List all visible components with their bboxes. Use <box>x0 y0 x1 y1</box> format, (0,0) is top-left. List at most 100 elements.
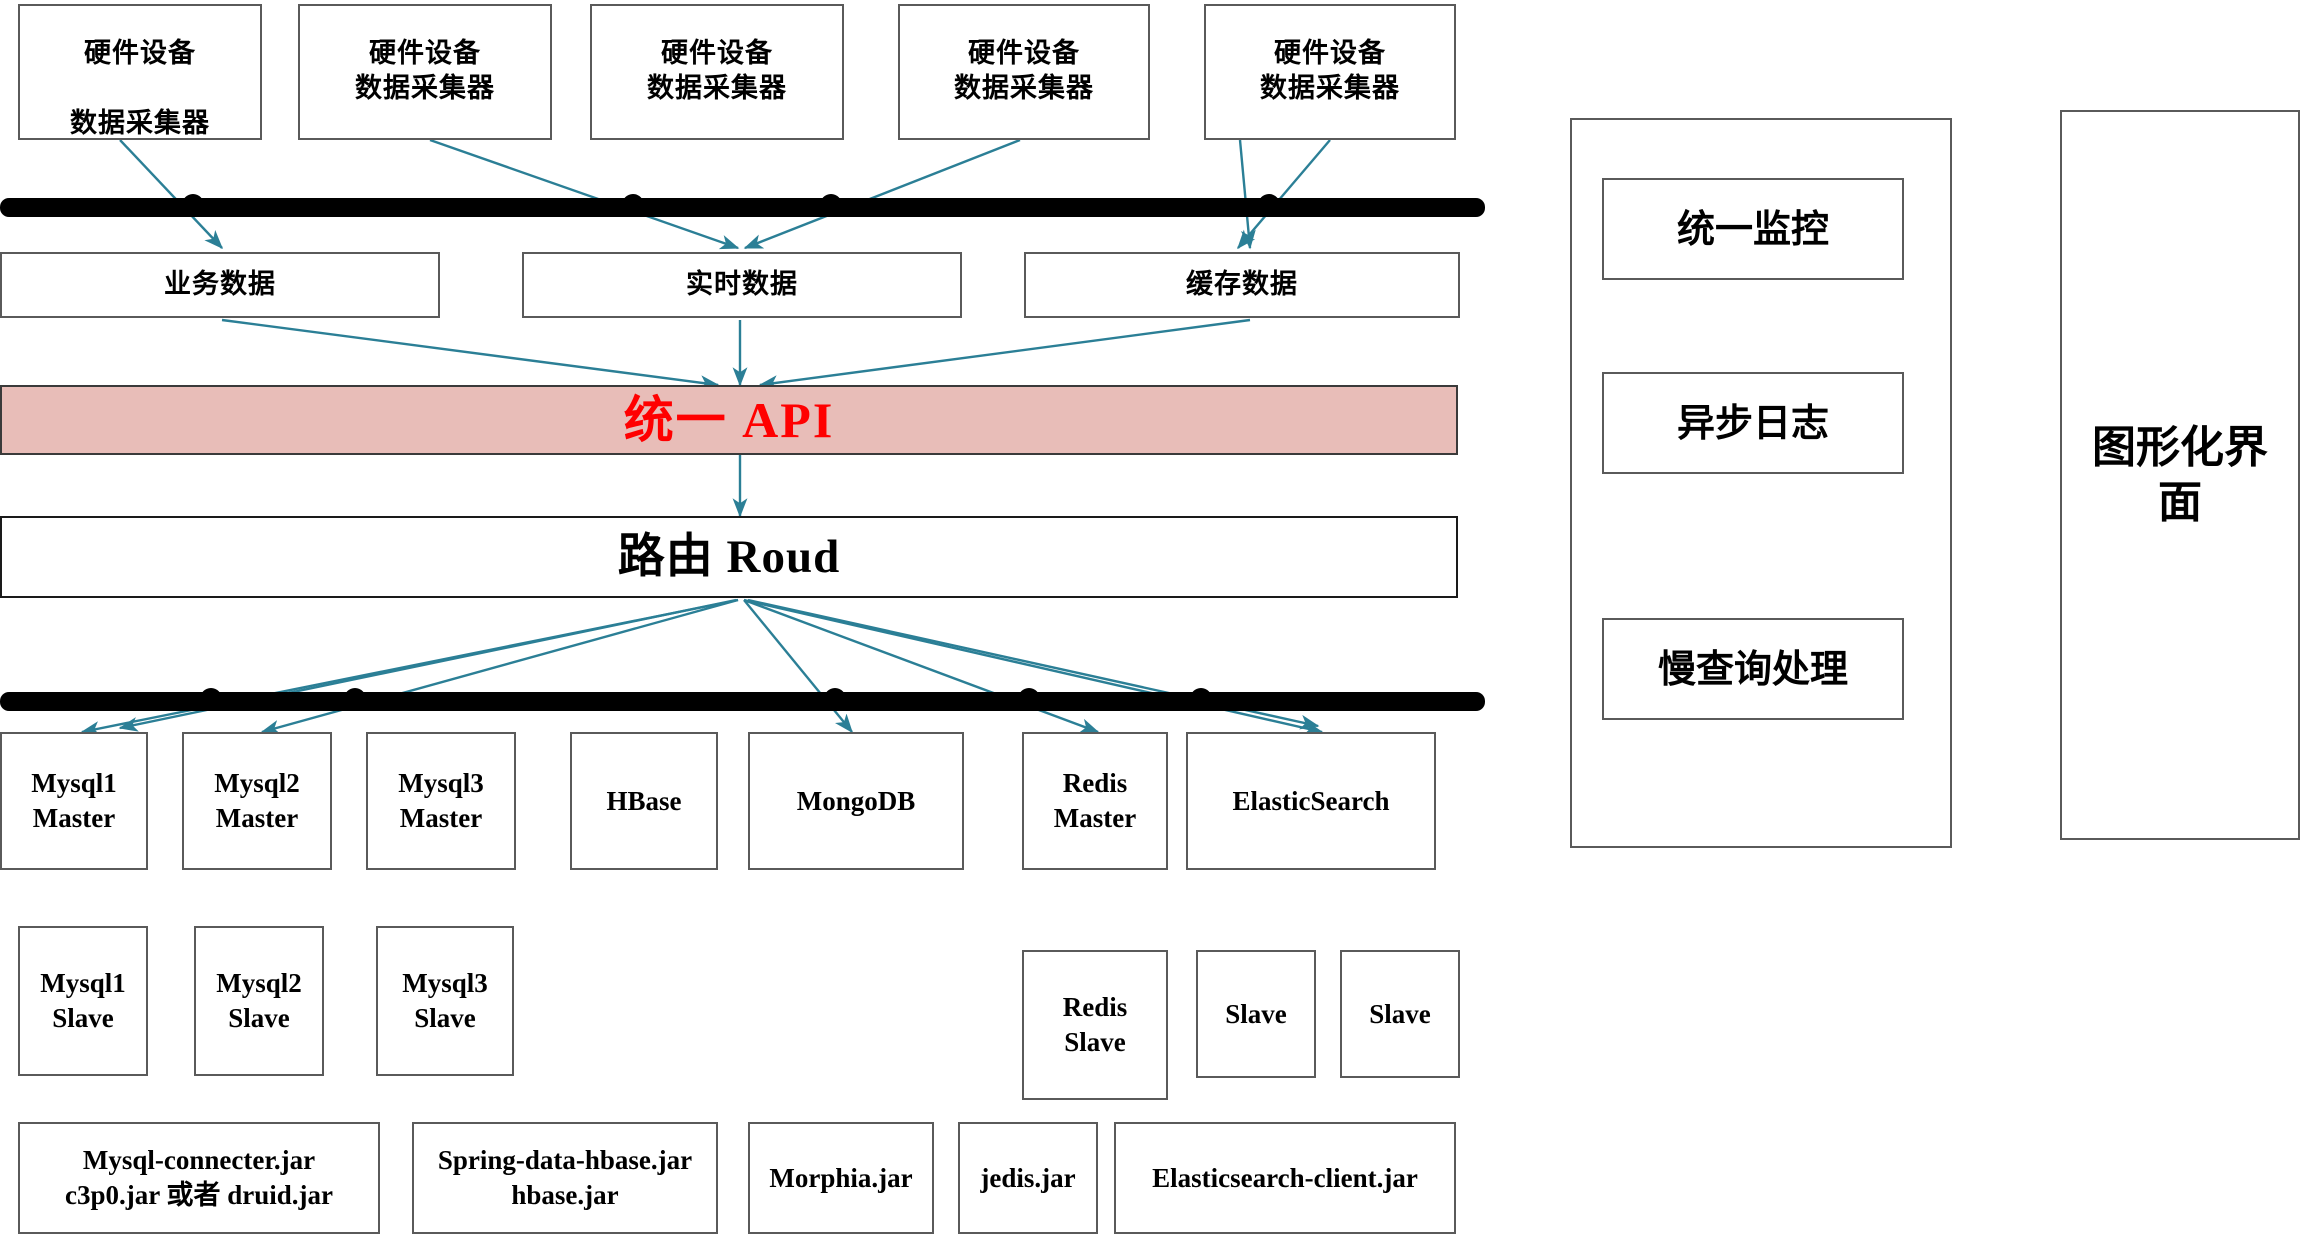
gui-panel-label: 图形化界 面 <box>2092 422 2268 528</box>
bus-node <box>182 194 204 216</box>
ops-panel-item-monitoring[interactable]: 统一监控 <box>1602 178 1904 280</box>
jar-label: Elasticsearch-client.jar <box>1152 1162 1418 1193</box>
database-label: HBase <box>606 785 682 816</box>
jar-box-jedis[interactable]: jedis.jar <box>958 1122 1098 1234</box>
database-box-elasticsearch[interactable]: ElasticSearch <box>1186 732 1436 870</box>
collector-label-2: 硬件设备 数据采集器 <box>355 37 495 106</box>
jar-box-elasticsearch[interactable]: Elasticsearch-client.jar <box>1114 1122 1456 1234</box>
jar-label: jedis.jar <box>980 1162 1076 1193</box>
slave-box-mysql3[interactable]: Mysql3 Slave <box>376 926 514 1076</box>
database-box-mysql3-master[interactable]: Mysql3 Master <box>366 732 516 870</box>
bus-node <box>622 194 644 216</box>
collector-box-2[interactable]: 硬件设备 数据采集器 <box>298 4 552 140</box>
data-type-label: 业务数据 <box>164 268 276 300</box>
jar-line1: Mysql-connecter.jar <box>82 1145 316 1176</box>
data-type-box-realtime[interactable]: 实时数据 <box>522 252 962 318</box>
data-type-box-business[interactable]: 业务数据 <box>0 252 440 318</box>
database-box-mysql2-master[interactable]: Mysql2 Master <box>182 732 332 870</box>
collector-line2: 数据采集器 <box>70 107 210 139</box>
ops-panel-item-async-log[interactable]: 异步日志 <box>1602 372 1904 474</box>
slave-label: Mysql1 Slave <box>40 966 126 1035</box>
collector-box-1[interactable]: 硬件设备 数据采集器 <box>18 4 262 140</box>
bus-node <box>1018 688 1040 710</box>
collector-line2: 数据采集器 <box>954 73 1094 104</box>
collector-line2: 数据采集器 <box>647 73 787 104</box>
slave-line2: Slave <box>414 1003 476 1033</box>
bus-node <box>824 688 846 710</box>
db-line2: Master <box>32 803 116 833</box>
slave-line2: Slave <box>228 1003 290 1033</box>
jar-label: Mysql-connecter.jar c3p0.jar 或者 druid.ja… <box>65 1143 333 1212</box>
collector-line1: 硬件设备 <box>369 38 481 70</box>
unified-api-label: 统一 API <box>623 392 835 448</box>
bottom-message-bus <box>0 692 1485 711</box>
router-bar[interactable]: 路由 Roud <box>0 516 1458 598</box>
collector-line2: 数据采集器 <box>1260 73 1400 104</box>
db-line1: Mysql1 <box>31 768 117 799</box>
bus-node <box>1258 194 1280 216</box>
slave-box-extra-1[interactable]: Slave <box>1196 950 1316 1078</box>
jar-line1: Spring-data-hbase.jar <box>437 1145 693 1176</box>
router-label: 路由 Roud <box>617 530 841 583</box>
database-label: Mysql2 Master <box>214 766 300 835</box>
bus-node <box>820 194 842 216</box>
slave-box-extra-2[interactable]: Slave <box>1340 950 1460 1078</box>
db-line2: Master <box>215 803 299 833</box>
gui-panel[interactable]: 图形化界 面 <box>2060 110 2300 840</box>
slave-box-redis[interactable]: Redis Slave <box>1022 950 1168 1100</box>
bus-node <box>344 688 366 710</box>
db-line2: Master <box>1053 803 1137 833</box>
slave-line2: Slave <box>1064 1027 1126 1057</box>
collector-line2: 数据采集器 <box>355 73 495 104</box>
collector-box-3[interactable]: 硬件设备 数据采集器 <box>590 4 844 140</box>
jar-label: Morphia.jar <box>769 1162 913 1193</box>
slave-label: Mysql3 Slave <box>402 966 488 1035</box>
collector-box-5[interactable]: 硬件设备 数据采集器 <box>1204 4 1456 140</box>
jar-box-mysql[interactable]: Mysql-connecter.jar c3p0.jar 或者 druid.ja… <box>18 1122 380 1234</box>
db-line1: Mysql2 <box>214 768 300 799</box>
data-type-box-cache[interactable]: 缓存数据 <box>1024 252 1460 318</box>
collector-label-4: 硬件设备 数据采集器 <box>954 37 1094 106</box>
ops-panel-item-label: 慢查询处理 <box>1657 646 1848 691</box>
slave-label: Slave <box>1225 998 1287 1029</box>
db-line1: Mysql3 <box>398 768 484 799</box>
slave-line1: Redis <box>1062 992 1128 1023</box>
slave-line2: Slave <box>52 1003 114 1033</box>
database-label: MongoDB <box>796 785 916 816</box>
ops-panel-item-label: 统一监控 <box>1676 206 1829 251</box>
ops-panel-item-label: 异步日志 <box>1676 400 1829 445</box>
collector-label-3: 硬件设备 数据采集器 <box>647 37 787 106</box>
slave-label: Redis Slave <box>1063 990 1128 1059</box>
architecture-diagram: 硬件设备 数据采集器 硬件设备 数据采集器 硬件设备 数据采集器 硬件设备 数据… <box>0 0 2312 1250</box>
collector-line1: 硬件设备 <box>1274 38 1386 70</box>
collector-box-4[interactable]: 硬件设备 数据采集器 <box>898 4 1150 140</box>
db-line2: Master <box>399 803 483 833</box>
bus-node <box>1190 688 1212 710</box>
ops-panel-item-slow-query[interactable]: 慢查询处理 <box>1602 618 1904 720</box>
slave-line1: Mysql2 <box>216 968 302 999</box>
database-label: ElasticSearch <box>1232 785 1390 816</box>
database-box-mysql1-master[interactable]: Mysql1 Master <box>0 732 148 870</box>
jar-line2: hbase.jar <box>511 1180 619 1210</box>
database-label: Mysql1 Master <box>31 766 117 835</box>
database-box-hbase[interactable]: HBase <box>570 732 718 870</box>
unified-api-bar[interactable]: 统一 API <box>0 385 1458 455</box>
collector-label-1: 硬件设备 数据采集器 <box>70 3 210 141</box>
data-type-label: 缓存数据 <box>1186 268 1298 300</box>
jar-label: Spring-data-hbase.jar hbase.jar <box>438 1143 692 1212</box>
slave-line1: Mysql1 <box>40 968 126 999</box>
slave-box-mysql2[interactable]: Mysql2 Slave <box>194 926 324 1076</box>
jar-box-hbase[interactable]: Spring-data-hbase.jar hbase.jar <box>412 1122 718 1234</box>
slave-box-mysql1[interactable]: Mysql1 Slave <box>18 926 148 1076</box>
slave-line1: Mysql3 <box>402 968 488 999</box>
slave-label: Slave <box>1369 998 1431 1029</box>
db-line1: Redis <box>1062 768 1128 799</box>
jar-box-morphia[interactable]: Morphia.jar <box>748 1122 934 1234</box>
jar-line2: c3p0.jar 或者 druid.jar <box>65 1180 333 1210</box>
slave-label: Mysql2 Slave <box>216 966 302 1035</box>
database-label: Redis Master <box>1054 766 1136 835</box>
collector-line1: 硬件设备 <box>84 38 196 70</box>
database-box-redis-master[interactable]: Redis Master <box>1022 732 1168 870</box>
bus-node <box>200 688 222 710</box>
database-box-mongodb[interactable]: MongoDB <box>748 732 964 870</box>
